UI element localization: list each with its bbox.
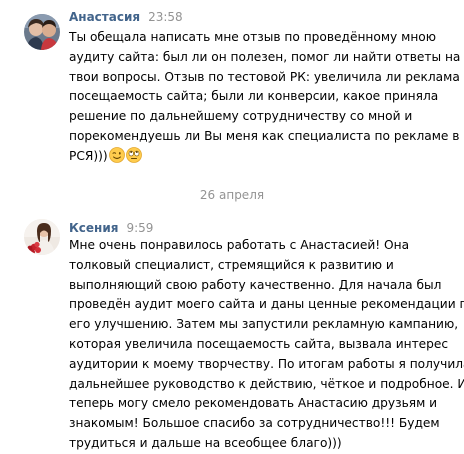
message-time[interactable]: 23:58 [148,10,183,24]
avatar-anastasia[interactable] [24,14,60,50]
date-divider: 26 апреля [199,188,265,202]
message-line: Ты обещала написать мне отзыв по проведё… [69,30,437,44]
message-line-last: РСЯ))) [69,146,459,170]
message-line: которая увеличила посещаемость сайта, вы… [69,336,449,351]
message-line: толковый специалист, стремящийся к разви… [69,257,394,272]
message-text: Ты обещала написать мне отзыв по проведё… [69,28,461,170]
message-line: трудиться и дальше на всеобщее благо))) [69,435,342,450]
message-line: его улучшению. Затем мы запустили реклам… [69,317,459,332]
message-line: посещаемость сайта; были ли конверсии, к… [69,89,439,104]
message-line: порекомендуешь ли Вы меня как специалист… [69,128,460,143]
rolling-eyes-face-emoji [125,146,142,170]
message-header: Анастасия 23:58 [69,8,183,26]
message-line: аудитории к моему творчеству. По итогам … [69,356,464,371]
message-line: твои вопросы. Отзыв по тестовой РК: увел… [69,69,460,84]
message-text: Мне очень понравилось работать с Анастас… [69,236,464,454]
message-line-text: РСЯ))) [69,148,108,163]
message-line: теперь могу смело рекомендовать Анастаси… [69,396,438,411]
author-name[interactable]: Анастасия [69,10,140,24]
winking-face-emoji [108,146,125,170]
message-line: решение по дальнейшему сотрудничеству со… [69,109,413,124]
message-line: аудиту сайта: был ли он полезен, помог л… [69,49,461,64]
message-line: Мне очень понравилось работать с Анастас… [69,238,410,252]
chat-history: Анастасия 23:58 Ты обещала написать мне о… [0,0,464,453]
author-name[interactable]: Ксения [69,221,118,235]
message-header: Ксения 9:59 [69,219,153,237]
message-line: проведён аудит моего сайта и даны ценные… [69,297,464,312]
message-time[interactable]: 9:59 [126,221,153,235]
message-line: выполняющий свою работу качественно. Для… [69,277,442,292]
message-line: дальнейшее руководство к действию, чётко… [69,376,464,391]
message-line: знакомым! Большое спасибо за сотрудничес… [69,416,440,431]
avatar-ksenia[interactable] [24,219,60,255]
